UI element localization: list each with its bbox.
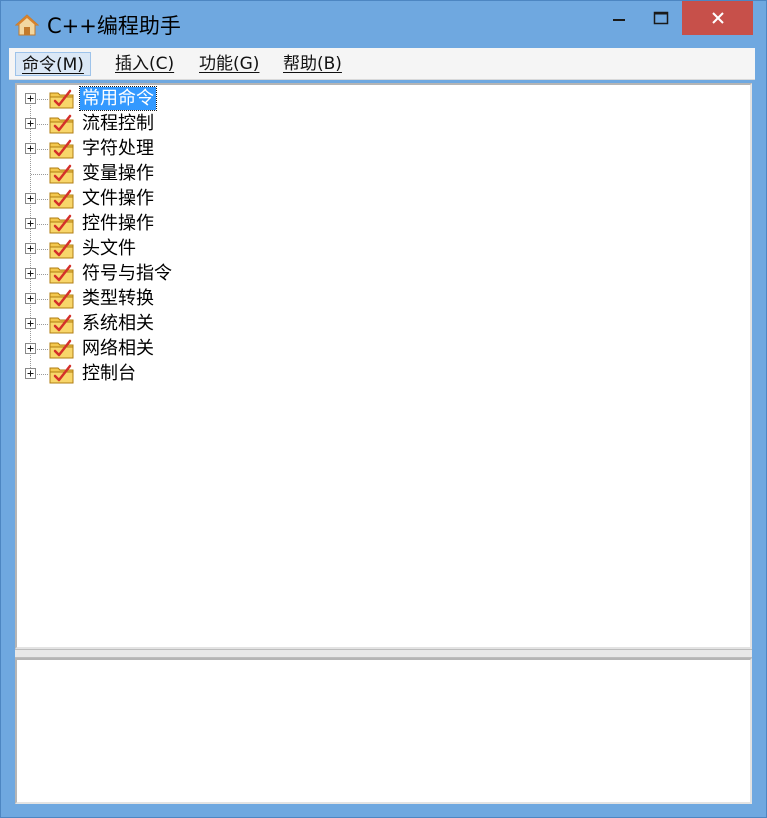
checked-folder-icon [49, 114, 74, 134]
tree-connector-line [37, 324, 48, 325]
expand-plus-icon[interactable] [25, 243, 36, 254]
checked-folder-icon [49, 364, 74, 384]
tree-item[interactable]: 字符处理 [25, 137, 425, 162]
tree-view[interactable]: 常用命令 流程控制字符处理变量操作文件操作控件操作头文件符号与指令类型转换系统相关… [15, 83, 752, 649]
checked-folder-icon [49, 264, 74, 284]
detail-pane[interactable] [15, 658, 752, 804]
menu-function[interactable]: 功能(G) [193, 52, 265, 76]
tree-item-label: 控制台 [82, 363, 136, 384]
tree-connector-line [37, 299, 48, 300]
expand-plus-icon[interactable] [25, 218, 36, 229]
expand-plus-icon[interactable] [25, 268, 36, 279]
checked-folder-icon [49, 139, 74, 159]
expand-plus-icon[interactable] [25, 368, 36, 379]
tree-item[interactable]: 常用命令 [25, 86, 425, 112]
tree-item-label: 文件操作 [82, 188, 154, 209]
maximize-icon [653, 11, 669, 25]
checked-folder-icon [49, 314, 74, 334]
menu-insert[interactable]: 插入(C) [109, 52, 180, 76]
tree-item-label: 类型转换 [82, 288, 154, 309]
tree-connector-line [37, 349, 48, 350]
checked-folder-icon [49, 164, 74, 184]
minimize-icon [613, 19, 625, 21]
tree-item[interactable]: 控制台 [25, 362, 425, 387]
checked-folder-icon [49, 289, 74, 309]
tree-item-label: 符号与指令 [82, 263, 172, 284]
expand-plus-icon[interactable] [25, 318, 36, 329]
tree-connector-line [37, 274, 48, 275]
expand-plus-icon[interactable] [25, 343, 36, 354]
menu-help[interactable]: 帮助(B) [277, 52, 348, 76]
tree-item-label: 常用命令 [79, 86, 157, 111]
tree-item-label: 流程控制 [82, 113, 154, 134]
tree-item[interactable]: 类型转换 [25, 287, 425, 312]
tree-item-label: 控件操作 [82, 213, 154, 234]
title-bar[interactable]: C++编程助手 [1, 1, 766, 47]
tree-item[interactable]: 文件操作 [25, 187, 425, 212]
expand-plus-icon[interactable] [25, 143, 36, 154]
tree-item[interactable]: 变量操作 [25, 162, 425, 187]
window-title: C++编程助手 [47, 14, 181, 38]
tree-connector-line [37, 199, 48, 200]
tree-connector-line [37, 124, 48, 125]
tree-connector-line [31, 174, 48, 175]
menu-bar: 命令(M) 插入(C) 功能(G) 帮助(B) [9, 48, 755, 80]
checked-folder-icon [49, 89, 74, 109]
tree-item-label: 字符处理 [82, 138, 154, 159]
tree-item-label: 网络相关 [82, 338, 154, 359]
expand-plus-icon[interactable] [25, 118, 36, 129]
checked-folder-icon [49, 189, 74, 209]
close-icon [711, 12, 724, 24]
tree-item[interactable]: 头文件 [25, 237, 425, 262]
tree-connector-line [37, 249, 48, 250]
checked-folder-icon [49, 239, 74, 259]
tree-connector-line [37, 224, 48, 225]
expand-plus-icon[interactable] [25, 193, 36, 204]
tree-item[interactable]: 流程控制 [25, 112, 425, 137]
tree-item-label: 变量操作 [82, 163, 154, 184]
tree-item[interactable]: 符号与指令 [25, 262, 425, 287]
maximize-button[interactable] [633, 1, 689, 35]
tree-item[interactable]: 控件操作 [25, 212, 425, 237]
checked-folder-icon [49, 339, 74, 359]
expand-plus-icon[interactable] [25, 293, 36, 304]
expand-plus-icon[interactable] [25, 93, 36, 104]
tree-connector-line [37, 374, 48, 375]
tree-item[interactable]: 系统相关 [25, 312, 425, 337]
tree-connector-line [37, 99, 48, 100]
tree-item-label: 系统相关 [82, 313, 154, 334]
app-window: C++编程助手 命令(M) 插入(C) 功能(G) 帮助(B) 常用命令 流程控制… [0, 0, 767, 818]
home-icon [15, 14, 39, 36]
tree-connector-line [37, 149, 48, 150]
menu-command[interactable]: 命令(M) [15, 52, 91, 76]
checked-folder-icon [49, 214, 74, 234]
tree-item-label: 头文件 [82, 238, 136, 259]
pane-splitter[interactable] [15, 649, 752, 658]
tree-item[interactable]: 网络相关 [25, 337, 425, 362]
close-button[interactable] [682, 1, 753, 35]
